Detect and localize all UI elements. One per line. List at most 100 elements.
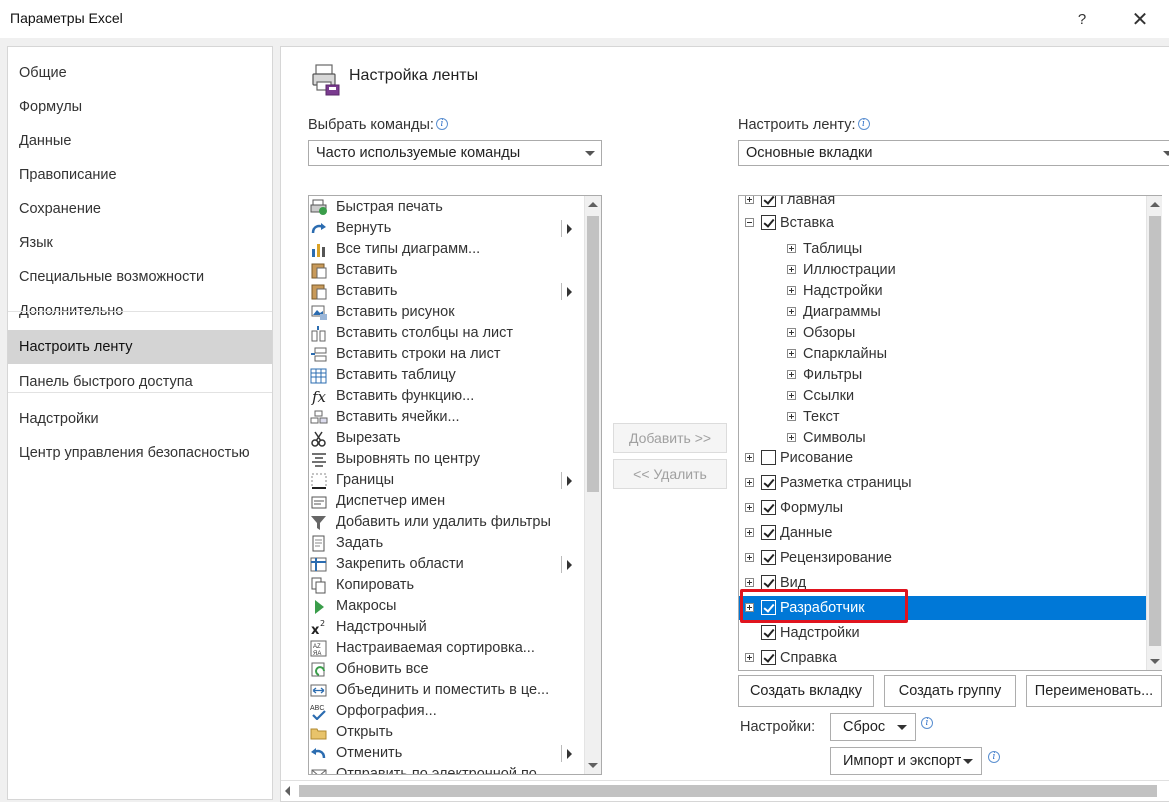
rename-button[interactable]: Переименовать... [1026, 675, 1162, 707]
scroll-up-icon[interactable] [588, 202, 598, 207]
add-button[interactable]: Добавить >> [613, 423, 727, 453]
help-button[interactable]: ? [1062, 4, 1102, 34]
nav-item-10[interactable]: Панель быстрого доступа [8, 365, 272, 399]
ribbon-tab-node[interactable]: Разработчик [739, 596, 1162, 620]
command-item[interactable]: Быстрая печать [309, 197, 584, 218]
create-tab-button[interactable]: Создать вкладку [738, 675, 874, 707]
tab-checkbox[interactable] [761, 215, 776, 230]
command-item[interactable]: Объединить и поместить в це... [309, 680, 584, 701]
command-item[interactable]: Вставить строки на лист [309, 344, 584, 365]
scroll-thumb[interactable] [587, 216, 599, 492]
nav-item-6[interactable]: Язык [8, 226, 272, 260]
choose-commands-select[interactable]: Часто используемые команды [308, 140, 602, 166]
ribbon-tab-node[interactable]: Рецензирование [739, 546, 1162, 570]
ribbon-tab-node[interactable]: Рисование [739, 446, 1162, 470]
command-item[interactable]: Макросы [309, 596, 584, 617]
expand-icon[interactable] [787, 391, 796, 400]
commands-list[interactable]: Быстрая печать Вернуть Все типы диаграмм..… [308, 195, 602, 775]
expand-icon[interactable] [787, 412, 796, 421]
command-item[interactable]: Добавить или удалить фильтры [309, 512, 584, 533]
commands-scrollbar[interactable] [584, 196, 601, 774]
import-export-dropdown[interactable]: Импорт и экспорт [830, 747, 982, 775]
scroll-up-icon[interactable] [1150, 202, 1160, 207]
tab-checkbox[interactable] [761, 500, 776, 515]
expand-icon[interactable] [787, 244, 796, 253]
expand-icon[interactable] [787, 265, 796, 274]
ribbon-tree[interactable]: Главная Вставка Таблицы Иллюстрации Надстрой… [738, 195, 1162, 671]
command-item[interactable]: Вставить [309, 260, 584, 281]
scroll-thumb[interactable] [299, 785, 1157, 797]
command-item[interactable]: Закрепить области [309, 554, 584, 575]
ribbon-tab-node[interactable]: Данные [739, 521, 1162, 545]
ribbon-tree-scrollbar[interactable] [1146, 196, 1162, 670]
nav-item-2[interactable]: Формулы [8, 90, 272, 124]
expand-icon[interactable] [787, 349, 796, 358]
nav-item-9[interactable]: Настроить ленту [8, 330, 272, 364]
command-item[interactable]: Вырезать [309, 428, 584, 449]
ribbon-tab-node[interactable]: Формулы [739, 496, 1162, 520]
tab-checkbox[interactable] [761, 575, 776, 590]
command-item[interactable]: Выровнять по центру [309, 449, 584, 470]
scroll-thumb[interactable] [1149, 216, 1161, 646]
command-item[interactable]: Отправить по электронной по... [309, 764, 584, 774]
nav-item-11[interactable]: Надстройки [8, 402, 272, 436]
close-button[interactable]: ✕ [1120, 4, 1160, 34]
tab-checkbox[interactable] [761, 196, 776, 207]
expand-icon[interactable] [745, 478, 754, 487]
expand-icon[interactable] [787, 328, 796, 337]
expand-icon[interactable] [745, 503, 754, 512]
nav-item-5[interactable]: Сохранение [8, 192, 272, 226]
command-item[interactable]: Вставить [309, 281, 584, 302]
command-item[interactable]: Отменить [309, 743, 584, 764]
nav-item-4[interactable]: Правописание [8, 158, 272, 192]
command-item[interactable]: Копировать [309, 575, 584, 596]
ribbon-tab-node[interactable]: Разметка страницы [739, 471, 1162, 495]
expand-icon[interactable] [745, 453, 754, 462]
expand-icon[interactable] [745, 603, 754, 612]
command-item[interactable]: Границы [309, 470, 584, 491]
tab-checkbox[interactable] [761, 600, 776, 615]
command-item[interactable]: Вставить рисунок [309, 302, 584, 323]
expand-icon[interactable] [787, 433, 796, 442]
expand-icon[interactable] [787, 286, 796, 295]
customize-ribbon-select[interactable]: Основные вкладки [738, 140, 1169, 166]
command-item[interactable]: Задать [309, 533, 584, 554]
expand-icon[interactable] [745, 653, 754, 662]
tab-checkbox[interactable] [761, 450, 776, 465]
command-item[interactable]: Вернуть [309, 218, 584, 239]
tab-checkbox[interactable] [761, 475, 776, 490]
command-item[interactable]: AZ ЯА Настраиваемая сортировка... [309, 638, 584, 659]
command-item[interactable]: x 2 Надстрочный [309, 617, 584, 638]
expand-icon[interactable] [787, 370, 796, 379]
collapse-icon[interactable] [745, 218, 754, 227]
command-item[interactable]: Вставить столбцы на лист [309, 323, 584, 344]
tab-checkbox[interactable] [761, 625, 776, 640]
command-item[interactable]: ABC Орфография... [309, 701, 584, 722]
remove-button[interactable]: << Удалить [613, 459, 727, 489]
ribbon-tab-node[interactable]: Вставка [739, 211, 1162, 235]
command-item[interactable]: Вставить ячейки... [309, 407, 584, 428]
command-item[interactable]: Диспетчер имен [309, 491, 584, 512]
tab-checkbox[interactable] [761, 525, 776, 540]
nav-item-12[interactable]: Центр управления безопасностью [8, 436, 272, 470]
ribbon-tab-node[interactable]: Вид [739, 571, 1162, 595]
command-item[interactable]: Обновить все [309, 659, 584, 680]
command-item[interactable]: fx Вставить функцию... [309, 386, 584, 407]
expand-icon[interactable] [745, 553, 754, 562]
create-group-button[interactable]: Создать группу [884, 675, 1016, 707]
command-item[interactable]: Вставить таблицу [309, 365, 584, 386]
tab-checkbox[interactable] [761, 650, 776, 665]
command-item[interactable]: Все типы диаграмм... [309, 239, 584, 260]
ribbon-tab-node[interactable]: Главная [739, 196, 1162, 212]
command-item[interactable]: Открыть [309, 722, 584, 743]
expand-icon[interactable] [745, 578, 754, 587]
ribbon-tab-node[interactable]: Надстройки [739, 621, 1162, 645]
scroll-down-icon[interactable] [1150, 659, 1160, 664]
reset-dropdown[interactable]: Сброс [830, 713, 916, 741]
nav-item-3[interactable]: Данные [8, 124, 272, 158]
nav-item-1[interactable]: Общие [8, 56, 272, 90]
scroll-left-icon[interactable] [285, 786, 290, 796]
ribbon-tab-node[interactable]: Справка [739, 646, 1162, 670]
scroll-down-icon[interactable] [588, 763, 598, 768]
nav-item-7[interactable]: Специальные возможности [8, 260, 272, 294]
